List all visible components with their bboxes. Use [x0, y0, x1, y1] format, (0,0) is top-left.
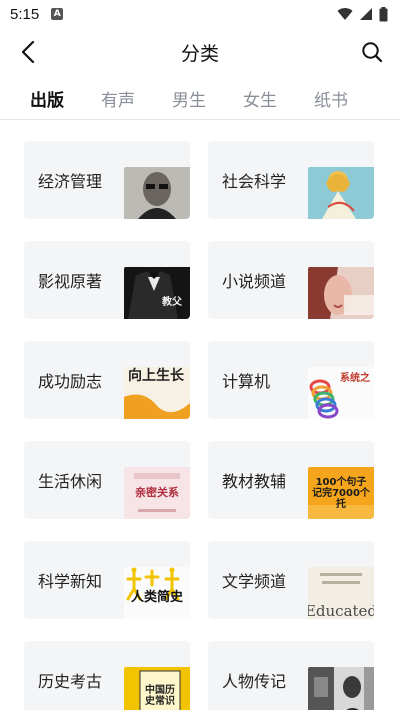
category-tabs: 出版 有声 男生 女生 纸书	[0, 78, 400, 118]
wifi-icon	[337, 8, 353, 20]
back-button[interactable]	[14, 38, 42, 66]
cover-title: Educated	[308, 601, 374, 619]
cover-title: 中国历史常识	[145, 685, 175, 707]
book-cover-woman-face	[308, 267, 374, 319]
tab-publishing[interactable]: 出版	[28, 78, 66, 118]
category-card-biography[interactable]: 人物传记	[208, 641, 374, 710]
tab-audio[interactable]: 有声	[99, 78, 137, 118]
tabs-divider	[0, 119, 400, 120]
category-card-science[interactable]: 科学新知 人类简史	[24, 541, 190, 619]
book-cover-illustrated	[308, 167, 374, 219]
book-cover-spring: 系统之	[308, 367, 374, 419]
tab-male[interactable]: 男生	[170, 78, 208, 118]
status-icons	[337, 6, 388, 22]
search-icon	[362, 42, 383, 63]
header: 分类	[0, 28, 400, 76]
cover-title: 教父	[162, 296, 182, 308]
cover-title: 人类简史	[130, 589, 183, 605]
cover-title: 100个句子 记完7000个托	[312, 476, 370, 510]
category-card-lifestyle[interactable]: 生活休闲 亲密关系	[24, 441, 190, 519]
category-card-literature[interactable]: 文学频道 Educated	[208, 541, 374, 619]
book-cover-bw-photo	[308, 667, 374, 710]
book-cover-portrait	[124, 167, 190, 219]
back-arrow-icon	[21, 41, 35, 63]
book-cover-text: 亲密关系	[124, 467, 190, 519]
tab-paper-books[interactable]: 纸书	[312, 78, 350, 118]
book-cover-text: 向上生长	[124, 367, 190, 419]
status-time: 5:15	[10, 5, 40, 23]
cover-title: 亲密关系	[135, 485, 179, 499]
book-cover-text: 中国历史常识	[124, 667, 190, 710]
battery-icon	[379, 6, 388, 21]
page-title: 分类	[180, 42, 219, 65]
book-cover-text: Educated	[308, 567, 374, 619]
status-bar: 5:15 A	[0, 0, 400, 28]
category-grid: 经济管理 社会科学 影视原著 教父 小说频道 成功励志 向上生长 计算机 系统之…	[24, 141, 376, 710]
book-cover-godfather: 教父	[124, 267, 190, 319]
book-cover-dancing: 人类简史	[124, 567, 190, 619]
tab-female[interactable]: 女生	[241, 78, 279, 118]
category-card-textbooks[interactable]: 教材教辅 100个句子 记完7000个托	[208, 441, 374, 519]
signal-icon	[360, 8, 372, 20]
category-card-history[interactable]: 历史考古 中国历史常识	[24, 641, 190, 710]
category-card-social-science[interactable]: 社会科学	[208, 141, 374, 219]
category-card-success[interactable]: 成功励志 向上生长	[24, 341, 190, 419]
category-card-film-originals[interactable]: 影视原著 教父	[24, 241, 190, 319]
category-card-fiction[interactable]: 小说频道	[208, 241, 374, 319]
notification-icon: A	[51, 8, 64, 20]
cover-title: 向上生长	[128, 368, 184, 384]
category-card-economics[interactable]: 经济管理	[24, 141, 190, 219]
search-button[interactable]	[358, 38, 386, 66]
category-card-computer[interactable]: 计算机 系统之	[208, 341, 374, 419]
cover-title: 系统之	[340, 373, 370, 384]
book-cover-text: 100个句子 记完7000个托	[308, 467, 374, 519]
